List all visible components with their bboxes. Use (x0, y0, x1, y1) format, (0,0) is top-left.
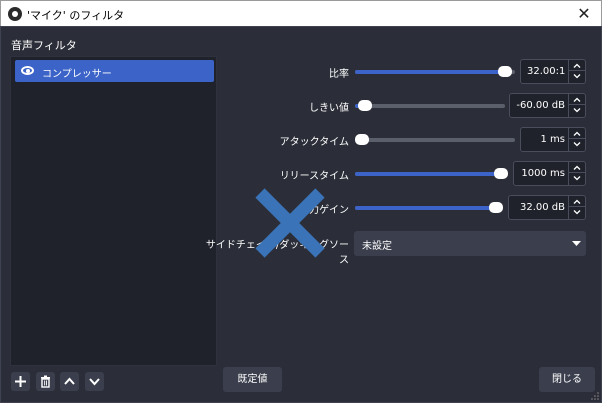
release-slider[interactable] (355, 168, 508, 179)
remove-filter-button[interactable] (36, 372, 55, 391)
ratio-spinbox[interactable]: 32.00:1 (520, 59, 586, 84)
output-gain-value[interactable]: 32.00 dB (515, 202, 565, 213)
close-button[interactable]: 閉じる (539, 367, 595, 392)
chevron-up-icon (573, 97, 581, 102)
ratio-decrement-button[interactable] (569, 71, 585, 82)
ratio-spin-arrows (568, 60, 585, 83)
chevron-down-icon (573, 210, 581, 215)
threshold-spinbox[interactable]: -60.00 dB (509, 93, 586, 118)
obs-logo-icon (8, 7, 22, 21)
chevron-up-icon (573, 131, 581, 136)
ratio-slider[interactable] (355, 66, 515, 77)
output-gain-slider-handle[interactable] (489, 202, 503, 213)
attack-label: アタックタイム (279, 137, 349, 148)
filter-list-item-compressor[interactable]: コンプレッサー (15, 60, 214, 82)
close-icon[interactable]: ✕ (573, 3, 595, 25)
resize-grip-icon[interactable] (591, 392, 599, 400)
chevron-up-icon (64, 377, 75, 385)
output-gain-label: 出力ゲイン (299, 205, 349, 216)
add-filter-button[interactable] (11, 372, 30, 391)
threshold-spin-arrows (568, 94, 585, 117)
chevron-down-icon (573, 176, 581, 181)
attack-spin-arrows (568, 128, 585, 151)
move-filter-down-button[interactable] (85, 372, 104, 391)
threshold-decrement-button[interactable] (569, 105, 585, 116)
title-bar: 'マイク' のフィルタ ✕ (0, 0, 602, 26)
window-title: 'マイク' のフィルタ (27, 9, 125, 22)
dropdown-arrow-icon[interactable] (567, 231, 586, 256)
threshold-label: しきい値 (309, 103, 349, 114)
ratio-increment-button[interactable] (569, 60, 585, 71)
release-slider-handle[interactable] (494, 168, 508, 179)
release-value[interactable]: 1000 ms (520, 168, 565, 179)
eye-icon[interactable] (21, 66, 34, 75)
chevron-up-icon (573, 63, 581, 68)
ratio-slider-fill (355, 70, 506, 74)
release-spin-arrows (568, 162, 585, 185)
sidechain-source-select[interactable]: 未設定 (354, 231, 586, 256)
threshold-slider[interactable] (355, 100, 505, 111)
release-slider-fill (355, 172, 501, 176)
caret-down-icon (572, 241, 581, 246)
add-icon (15, 376, 26, 387)
threshold-increment-button[interactable] (569, 94, 585, 105)
filter-list[interactable]: コンプレッサー (10, 56, 217, 366)
release-spinbox[interactable]: 1000 ms (513, 161, 586, 186)
output-gain-slider[interactable] (355, 202, 503, 213)
output-gain-slider-fill (355, 206, 496, 210)
threshold-slider-handle[interactable] (357, 100, 372, 111)
attack-value[interactable]: 1 ms (527, 134, 566, 145)
attack-slider-handle[interactable] (355, 134, 369, 145)
release-decrement-button[interactable] (569, 173, 585, 184)
move-filter-up-button[interactable] (60, 372, 79, 391)
chevron-up-icon (573, 199, 581, 204)
chevron-down-icon (89, 378, 100, 386)
attack-spinbox[interactable]: 1 ms (520, 127, 586, 152)
ratio-slider-handle[interactable] (498, 66, 513, 77)
release-label: リリースタイム (279, 171, 349, 182)
attack-decrement-button[interactable] (569, 139, 585, 150)
sidechain-source-label: サイドチェイン/ダッキングソース (205, 240, 349, 266)
attack-increment-button[interactable] (569, 128, 585, 139)
audio-filters-label: 音声フィルタ (11, 39, 77, 52)
filters-dialog-body: 音声フィルタ コンプレッサー 比率 32.00:1 しきい値 -60.00 dB… (0, 26, 602, 403)
output-gain-spin-arrows (568, 196, 585, 219)
threshold-value[interactable]: -60.00 dB (516, 100, 565, 111)
output-gain-increment-button[interactable] (569, 196, 585, 207)
release-increment-button[interactable] (569, 162, 585, 173)
ratio-value[interactable]: 32.00:1 (527, 66, 565, 77)
filter-name: コンプレッサー (42, 69, 112, 80)
output-gain-decrement-button[interactable] (569, 207, 585, 218)
output-gain-spinbox[interactable]: 32.00 dB (508, 195, 586, 220)
chevron-up-icon (573, 165, 581, 170)
chevron-down-icon (573, 108, 581, 113)
chevron-down-icon (573, 142, 581, 147)
chevron-down-icon (573, 74, 581, 79)
trash-icon (41, 375, 50, 388)
attack-slider[interactable] (355, 134, 515, 145)
sidechain-source-value: 未設定 (362, 241, 392, 252)
defaults-button[interactable]: 既定値 (223, 367, 282, 392)
ratio-label: 比率 (329, 69, 349, 80)
